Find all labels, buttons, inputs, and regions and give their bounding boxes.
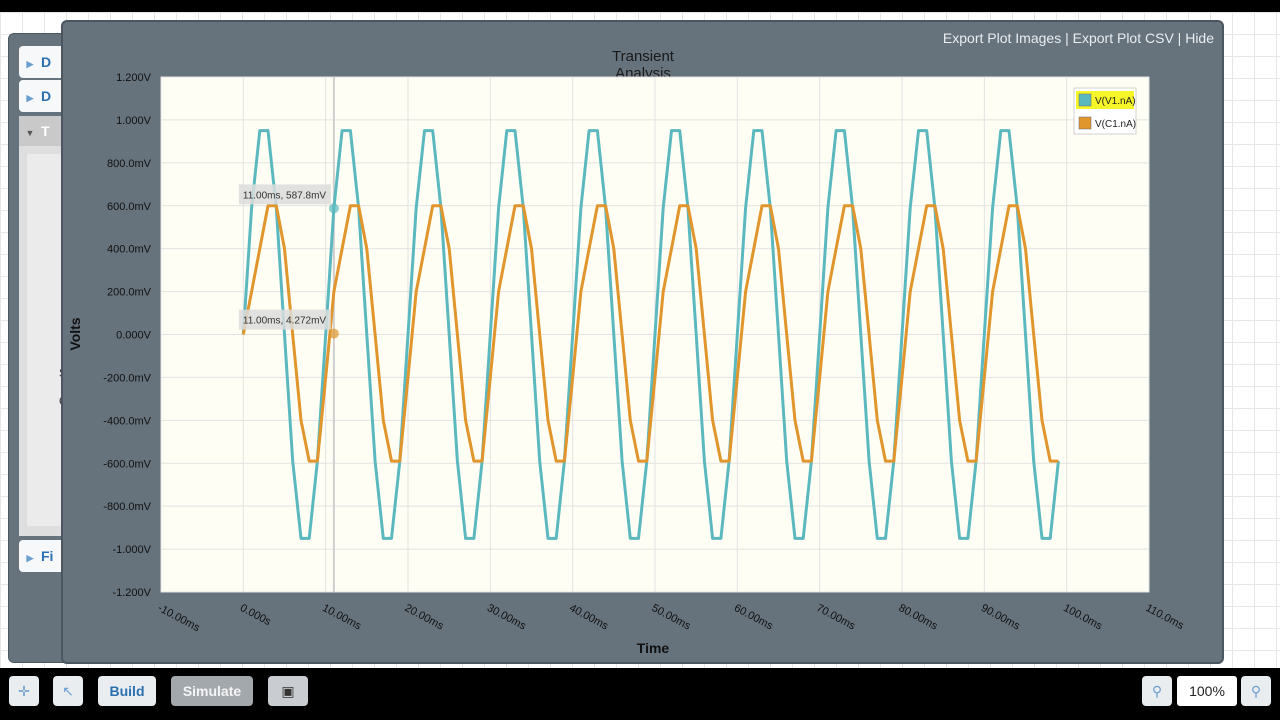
zoom-level: 100% <box>1177 676 1237 706</box>
cursor-marker <box>328 203 339 214</box>
zoom-in-icon[interactable]: ⚲ <box>1241 676 1271 706</box>
chevron-down-icon: ▼ <box>25 128 35 138</box>
panel-section-2[interactable]: ▶ D <box>19 80 67 112</box>
x-tick-label: 50.00ms <box>650 602 693 633</box>
x-tick-label: 60.00ms <box>732 602 775 633</box>
y-tick-label: -600.0mV <box>103 458 151 470</box>
panel-section-1[interactable]: ▶ D <box>19 46 67 78</box>
x-tick-label: 110.0ms <box>1144 602 1187 632</box>
legend-label: V(C1.nA) <box>1095 119 1136 130</box>
x-tick-label: 10.00ms <box>320 602 363 633</box>
cursor-readout-text: 11.00ms, 4.272mV <box>243 316 327 327</box>
x-tick-label: 0.000s <box>238 602 273 628</box>
x-tick-label: 30.00ms <box>485 602 528 633</box>
bottom-toolbar: ✛ ↖ Build Simulate ▣ ⚲ 100% ⚲ <box>0 668 1280 720</box>
y-tick-label: 600.0mV <box>107 201 152 213</box>
chevron-right-icon: ▶ <box>26 553 34 563</box>
y-tick-label: 800.0mV <box>107 158 152 170</box>
x-tick-label: 100.0ms <box>1061 602 1104 633</box>
y-tick-label: -400.0mV <box>103 415 151 427</box>
x-tick-label: 20.00ms <box>403 602 446 633</box>
cursor-readout-text: 11.00ms, 587.8mV <box>243 190 327 201</box>
pointer-icon[interactable]: ↖ <box>53 676 83 706</box>
y-tick-label: -800.0mV <box>103 501 151 513</box>
x-tick-label: -10.00ms <box>156 602 203 634</box>
x-tick-label: 70.00ms <box>814 602 857 633</box>
y-tick-label: 0.000V <box>116 330 152 342</box>
simulate-button[interactable]: Simulate <box>171 676 253 706</box>
y-tick-label: 200.0mV <box>107 287 152 299</box>
plot-window: Export Plot Images | Export Plot CSV | H… <box>61 20 1224 664</box>
panel-section-3-open: ▼T S O <box>19 116 68 536</box>
y-tick-label: -1.200V <box>112 587 151 599</box>
move-icon[interactable]: ✛ <box>9 676 39 706</box>
x-tick-label: 90.00ms <box>979 602 1022 633</box>
chevron-right-icon: ▶ <box>26 59 34 69</box>
panel-section-3-header[interactable]: ▼ T <box>19 116 67 146</box>
cursor-marker <box>328 328 339 339</box>
y-tick-label: 400.0mV <box>107 244 152 256</box>
build-button[interactable]: Build <box>98 676 156 706</box>
chevron-right-icon: ▶ <box>26 93 34 103</box>
legend-swatch <box>1078 93 1092 107</box>
y-tick-label: -200.0mV <box>103 372 151 384</box>
legend-swatch <box>1078 116 1092 130</box>
panel-section-4[interactable]: ▶ Fi <box>19 540 67 572</box>
y-tick-label: 1.000V <box>116 115 152 127</box>
x-tick-label: 40.00ms <box>567 602 610 633</box>
top-black-bar <box>0 0 1280 12</box>
zoom-out-icon[interactable]: ⚲ <box>1142 676 1172 706</box>
image-icon[interactable]: ▣ <box>268 676 308 706</box>
y-tick-label: 1.200V <box>116 72 152 84</box>
y-tick-label: -1.000V <box>112 544 151 556</box>
x-tick-label: 80.00ms <box>897 602 940 633</box>
legend-label: V(V1.nA) <box>1095 96 1136 107</box>
transient-chart[interactable]: 1.200V 1.000V 800.0mV 600.0mV 400.0mV 200.0mV… <box>63 22 1222 662</box>
